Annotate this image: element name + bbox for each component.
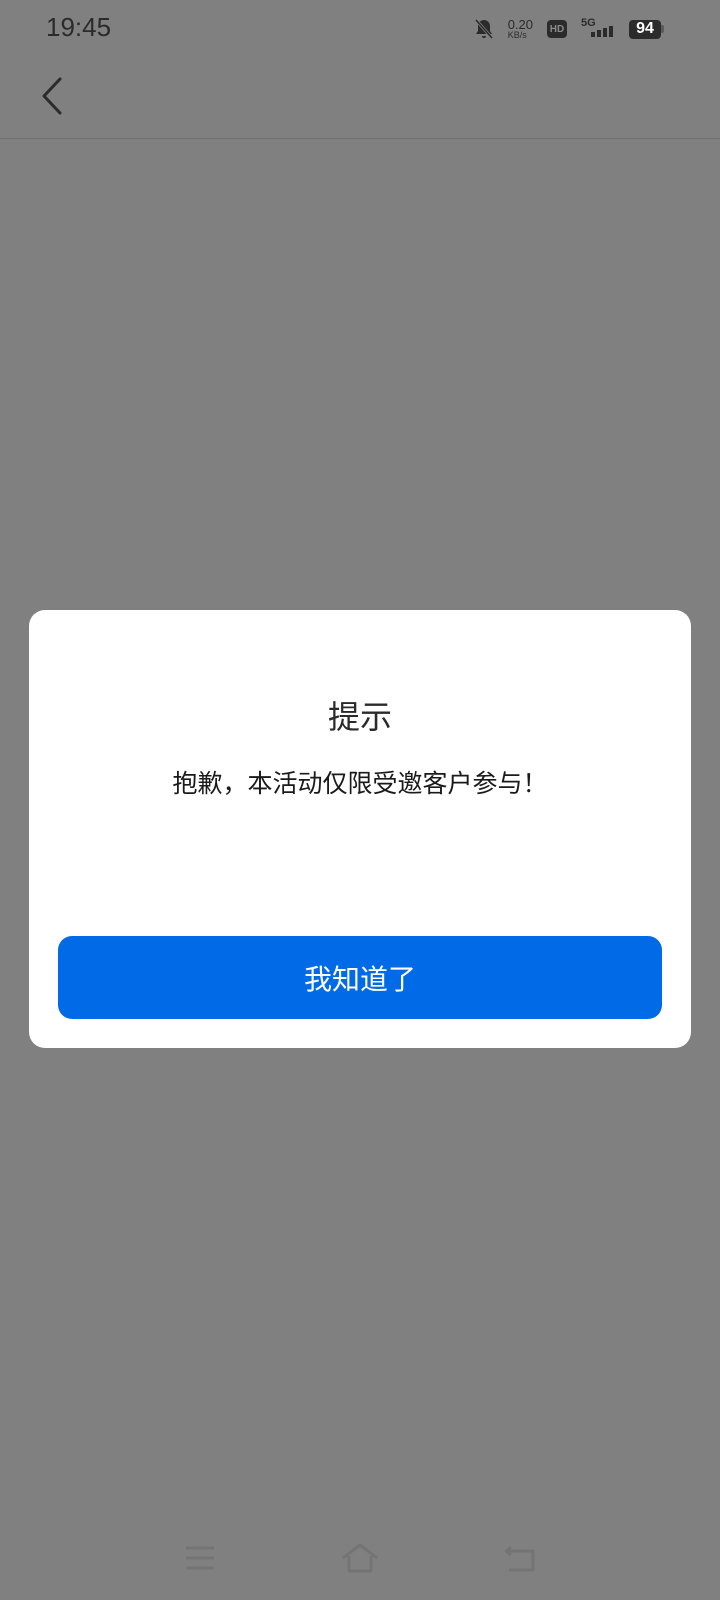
nav-back-button[interactable] [500,1540,540,1576]
system-nav-bar [0,1530,720,1586]
signal-icon: 5G [581,15,615,43]
status-bar: 19:45 0.20 KB/s HD 5G 94 [0,0,720,56]
home-icon [342,1543,378,1573]
menu-icon [186,1546,214,1570]
nav-menu-button[interactable] [180,1540,220,1576]
status-time: 19:45 [46,12,112,42]
dialog-title: 提示 [327,698,392,736]
app-header [0,56,720,139]
hd-icon: HD [547,20,567,38]
alert-dialog: 提示 抱歉，本活动仅限受邀客户参与！ 我知道了 [29,610,691,1048]
battery-icon: 94 [629,19,664,39]
dialog-message: 抱歉，本活动仅限受邀客户参与！ [172,769,548,798]
bell-muted-icon [474,18,494,40]
battery-level: 94 [629,19,661,39]
chevron-left-icon [42,77,62,115]
back-icon [504,1545,535,1572]
nav-home-button[interactable] [340,1540,380,1576]
status-icons: 0.20 KB/s HD 5G 94 [474,14,664,44]
net-speed: 0.20 KB/s [508,18,533,40]
confirm-button[interactable]: 我知道了 [58,936,662,1019]
net-speed-unit: KB/s [507,30,527,40]
back-button[interactable] [32,74,72,118]
